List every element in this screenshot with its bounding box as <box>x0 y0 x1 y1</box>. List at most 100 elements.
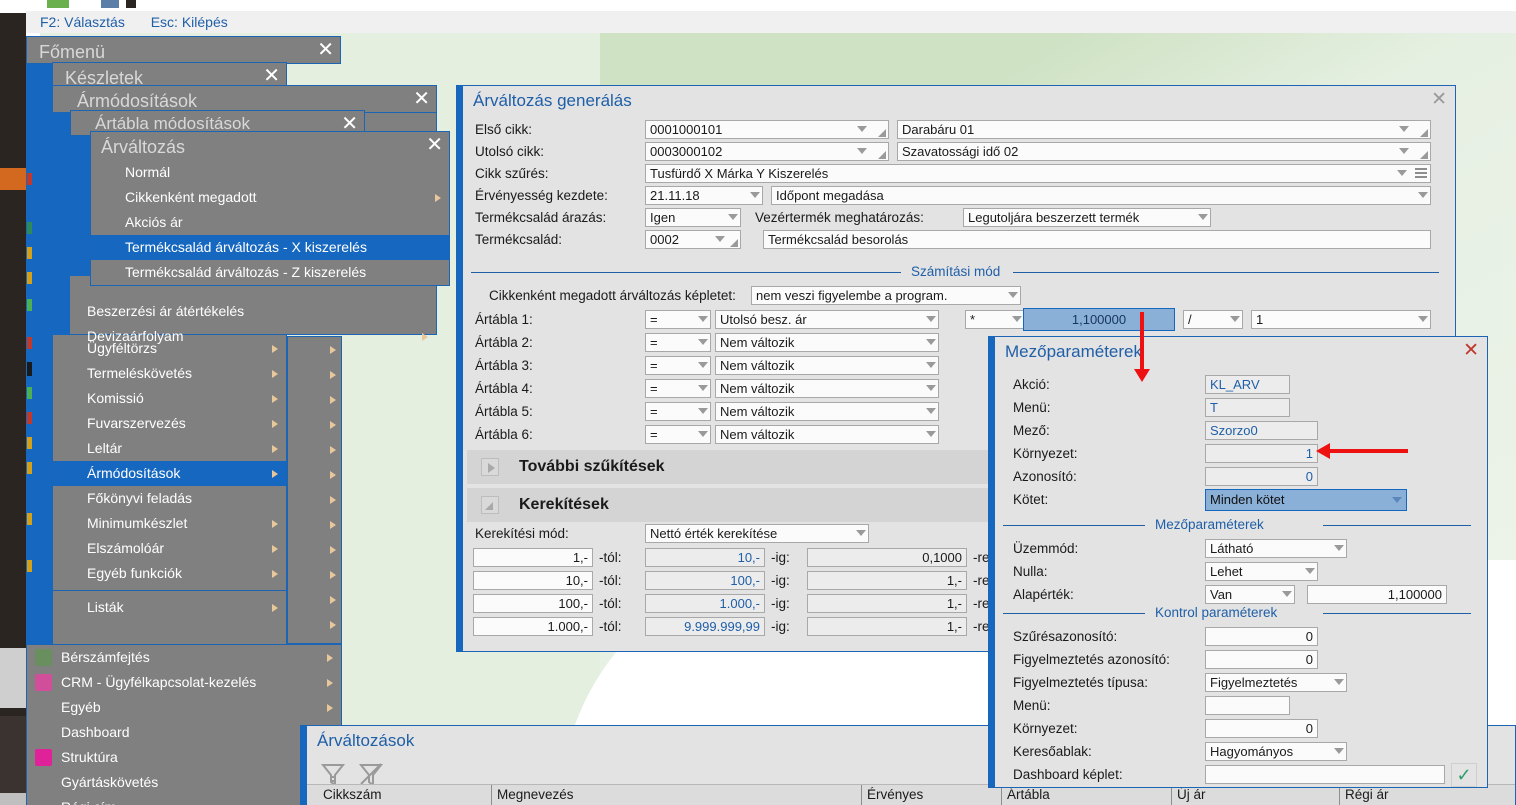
fkey-f2[interactable]: F2: Választás <box>40 14 125 30</box>
field-ervenyesseg-kezdete[interactable]: 21.11.18 <box>645 186 763 205</box>
menu-item-struktura[interactable]: Struktúra <box>27 745 341 770</box>
arrow-col-row[interactable] <box>288 562 344 587</box>
field-cikk-szures[interactable]: Tusfürdő X Márka Y Kiszerelés <box>645 164 1431 183</box>
field-akcio[interactable]: KL_ARV <box>1205 375 1290 394</box>
grid-col-artabla[interactable]: Ártábla <box>1007 787 1050 802</box>
field-round-3-from[interactable]: 100,- <box>473 594 593 613</box>
arrow-col-row[interactable] <box>288 462 344 487</box>
menu-item-egyeb-funkciok[interactable]: Egyéb funkciók <box>53 561 286 586</box>
menu-item-minimumkeszlet[interactable]: Minimumkészlet <box>53 511 286 536</box>
field-round-4-step[interactable]: 1,- <box>807 617 967 636</box>
field-kerekitesi-mod[interactable]: Nettó érték kerekítése <box>645 524 869 543</box>
field-artabla-5-op[interactable]: = <box>645 402 711 421</box>
field-figyelmeztetes-azonosito[interactable]: 0 <box>1205 650 1318 669</box>
field-round-4-from[interactable]: 1.000,- <box>473 617 593 636</box>
menu-item-termekcsalad-x[interactable]: Termékcsalád árváltozás - X kiszerelés <box>91 235 449 260</box>
field-figyelmeztetes-tipusa[interactable]: Figyelmeztetés <box>1205 673 1347 692</box>
field-artabla-1-operator[interactable]: * <box>965 310 1025 329</box>
menu-item-egyeb[interactable]: Egyéb <box>27 695 341 720</box>
field-azonosito[interactable]: 0 <box>1205 467 1318 486</box>
close-icon-fomenu[interactable]: ✕ <box>317 39 334 59</box>
arrow-col-row[interactable] <box>288 412 344 437</box>
field-keresoablak[interactable]: Hagyományos <box>1205 742 1347 761</box>
field-vezertermek[interactable]: Legutoljára beszerzett termék <box>963 208 1211 227</box>
field-artabla-6-op[interactable]: = <box>645 425 711 444</box>
close-icon-mezoparameterek[interactable]: ✕ <box>1463 341 1479 359</box>
arrow-col-row[interactable] <box>288 512 344 537</box>
field-dashboard-keplet[interactable] <box>1205 765 1445 784</box>
menu-item-akcios-ar[interactable]: Akciós ár <box>91 210 449 235</box>
field-artabla-1-divop[interactable]: / <box>1183 310 1243 329</box>
grid-col-ervenyes[interactable]: Érvényes <box>867 787 923 802</box>
field-menu[interactable]: T <box>1205 398 1290 417</box>
menu-item-berszamfejtes[interactable]: Bérszámfejtés <box>27 645 341 670</box>
menu-item-listak[interactable]: Listák <box>53 595 286 620</box>
field-artabla-2-source[interactable]: Nem változik <box>715 333 939 352</box>
field-round-3-to[interactable]: 1.000,- <box>645 594 765 613</box>
menu-item-komissio[interactable]: Komissió <box>53 386 286 411</box>
menu-item-gyartaskovetes[interactable]: Gyártáskövetés <box>27 770 341 795</box>
field-termekcsalad-name[interactable]: Termékcsalád besorolás <box>763 230 1431 249</box>
menu-item-termekcsalad-z[interactable]: Termékcsalád árváltozás - Z kiszerelés <box>91 260 449 285</box>
field-round-1-to[interactable]: 10,- <box>645 548 765 567</box>
field-mezo[interactable]: Szorzo0 <box>1205 421 1318 440</box>
field-uzemmod[interactable]: Látható <box>1205 539 1347 558</box>
fkey-esc[interactable]: Esc: Kilépés <box>151 14 228 30</box>
field-artabla-1-source[interactable]: Utolsó besz. ár <box>715 310 939 329</box>
field-round-2-step[interactable]: 1,- <box>807 571 967 590</box>
field-artabla-3-op[interactable]: = <box>645 356 711 375</box>
menu-item-crm[interactable]: CRM - Ügyfélkapcsolat-kezelés <box>27 670 341 695</box>
arrow-col-row[interactable] <box>288 537 344 562</box>
close-icon-artabla[interactable]: ✕ <box>341 113 358 133</box>
grid-col-megnevezes[interactable]: Megnevezés <box>497 787 574 802</box>
field-kornyezet-kontrol[interactable]: 0 <box>1205 719 1318 738</box>
field-kornyezet[interactable]: 1 <box>1205 444 1318 463</box>
grid-col-ujar[interactable]: Új ár <box>1177 787 1206 802</box>
menu-item-leltar[interactable]: Leltár <box>53 436 286 461</box>
field-round-1-from[interactable]: 1,- <box>473 548 593 567</box>
field-utolso-cikk-code[interactable]: 0003000102 <box>645 142 889 161</box>
field-artabla-1-divisor[interactable]: 1 <box>1251 310 1431 329</box>
field-kotet[interactable]: Minden kötet <box>1205 489 1407 511</box>
menu-item-armodositasok[interactable]: Ármódosítások <box>53 461 286 486</box>
grid-col-regiar[interactable]: Régi ár <box>1345 787 1389 802</box>
menu-item-fuvarszervezes[interactable]: Fuvarszervezés <box>53 411 286 436</box>
field-utolso-cikk-name[interactable]: Szavatossági idő 02 <box>897 142 1431 161</box>
menu-item-cikkenkent-megadott[interactable]: Cikkenként megadott <box>91 185 449 210</box>
field-round-3-step[interactable]: 1,- <box>807 594 967 613</box>
field-termekcsalad-arazas[interactable]: Igen <box>645 208 741 227</box>
menu-item-normal[interactable]: Normál <box>91 160 449 185</box>
field-artabla-2-op[interactable]: = <box>645 333 711 352</box>
arrow-col-row[interactable] <box>288 337 344 362</box>
field-round-4-to[interactable]: 9.999.999,99 <box>645 617 765 636</box>
menu-item-elszamoloar[interactable]: Elszámolóár <box>53 536 286 561</box>
arrow-col-row[interactable] <box>288 387 344 412</box>
field-alapertek-value[interactable]: 1,100000 <box>1307 585 1447 604</box>
arrow-col-row[interactable] <box>288 487 344 512</box>
field-nulla[interactable]: Lehet <box>1205 562 1318 581</box>
close-icon-keszletek[interactable]: ✕ <box>263 65 280 85</box>
menu-item-termeleskovetes[interactable]: Termeléskövetés <box>53 361 286 386</box>
field-artabla-4-op[interactable]: = <box>645 379 711 398</box>
field-artabla-4-source[interactable]: Nem változik <box>715 379 939 398</box>
field-elso-cikk-code[interactable]: 0001000101 <box>645 120 889 139</box>
field-round-1-step[interactable]: 0,1000 <box>807 548 967 567</box>
field-termekcsalad-code[interactable]: 0002 <box>645 230 741 249</box>
field-artabla-3-source[interactable]: Nem változik <box>715 356 939 375</box>
grid-col-cikkszam[interactable]: Cikkszám <box>323 787 382 802</box>
field-szuresazonosito[interactable]: 0 <box>1205 627 1318 646</box>
menu-item-dashboard[interactable]: Dashboard <box>27 720 341 745</box>
field-round-2-to[interactable]: 100,- <box>645 571 765 590</box>
field-round-2-from[interactable]: 10,- <box>473 571 593 590</box>
menu-item-fokonyvi-feladas[interactable]: Főkönyvi feladás <box>53 486 286 511</box>
close-icon-generalas[interactable]: ✕ <box>1431 90 1447 108</box>
field-alapertek-mode[interactable]: Van <box>1205 585 1295 604</box>
field-elso-cikk-name[interactable]: Darabáru 01 <box>897 120 1431 139</box>
field-artabla-1-op[interactable]: = <box>645 310 711 329</box>
arrow-col-row[interactable] <box>288 362 344 387</box>
close-icon-arvaltozas[interactable]: ✕ <box>426 134 443 154</box>
arrow-col-row[interactable] <box>288 437 344 462</box>
field-idopont-megadasa[interactable]: Időpont megadása <box>771 186 1431 205</box>
field-keplet[interactable]: nem veszi figyelembe a program. <box>751 286 1021 305</box>
field-artabla-5-source[interactable]: Nem változik <box>715 402 939 421</box>
